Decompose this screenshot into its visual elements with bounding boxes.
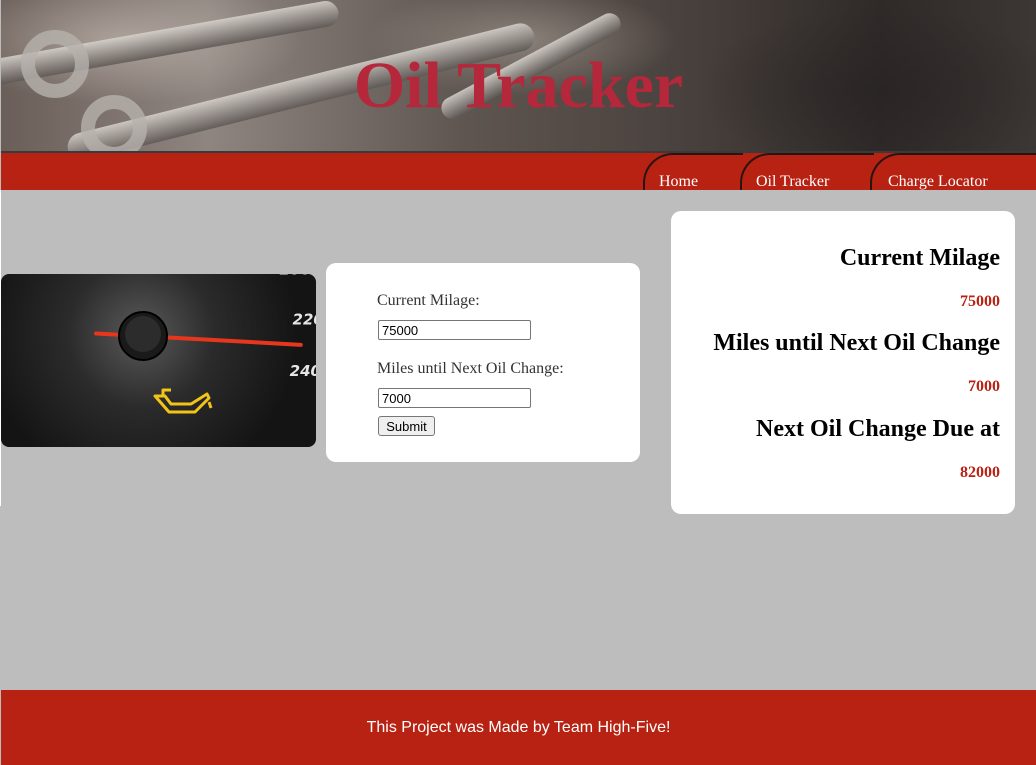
next-change-label: Miles until Next Oil Change: xyxy=(377,360,564,377)
milage-form-card: Current Milage: Miles until Next Oil Cha… xyxy=(326,263,640,462)
page-footer: This Project was Made by Team High-Five! xyxy=(1,690,1036,765)
current-milage-label: Current Milage: xyxy=(377,292,480,309)
current-milage-input[interactable] xyxy=(378,320,531,340)
submit-button[interactable]: Submit xyxy=(378,416,435,436)
nav-item-label: Charge Locator xyxy=(888,173,988,190)
results-card: Current Milage 75000 Miles until Next Oi… xyxy=(671,211,1015,514)
miles-until-heading: Miles until Next Oil Change xyxy=(713,330,1000,356)
due-at-heading: Next Oil Change Due at xyxy=(756,416,1000,442)
page-title: Oil Tracker xyxy=(353,49,684,122)
due-at-result: 82000 xyxy=(960,464,1000,481)
gauge-tick-label: 240 xyxy=(290,362,316,380)
main-nav: Home Oil Tracker Charge Locator xyxy=(1,151,1036,190)
oil-can-icon xyxy=(153,388,213,414)
gauge-tick-label: 220 xyxy=(293,310,316,328)
nav-item-home[interactable]: Home xyxy=(643,153,743,190)
gauge-hub-cap xyxy=(125,316,161,352)
current-milage-heading: Current Milage xyxy=(839,245,1000,271)
gauge-tick-label: 200 xyxy=(280,274,311,278)
footer-text: This Project was Made by Team High-Five! xyxy=(366,719,671,736)
nav-item-label: Home xyxy=(659,173,699,190)
miles-until-result: 7000 xyxy=(968,378,1000,395)
header-banner: Oil Tracker xyxy=(1,0,1036,151)
current-milage-result: 75000 xyxy=(960,293,1000,310)
nav-item-oil-tracker[interactable]: Oil Tracker xyxy=(740,153,874,190)
speedometer-image: 020406080100120140160180200220240 xyxy=(1,274,316,447)
next-change-input[interactable] xyxy=(378,388,531,408)
nav-item-charge-locator[interactable]: Charge Locator xyxy=(870,153,1036,190)
nav-item-label: Oil Tracker xyxy=(756,173,830,190)
speedometer-gauge: 020406080100120140160180200220240 xyxy=(94,274,316,414)
